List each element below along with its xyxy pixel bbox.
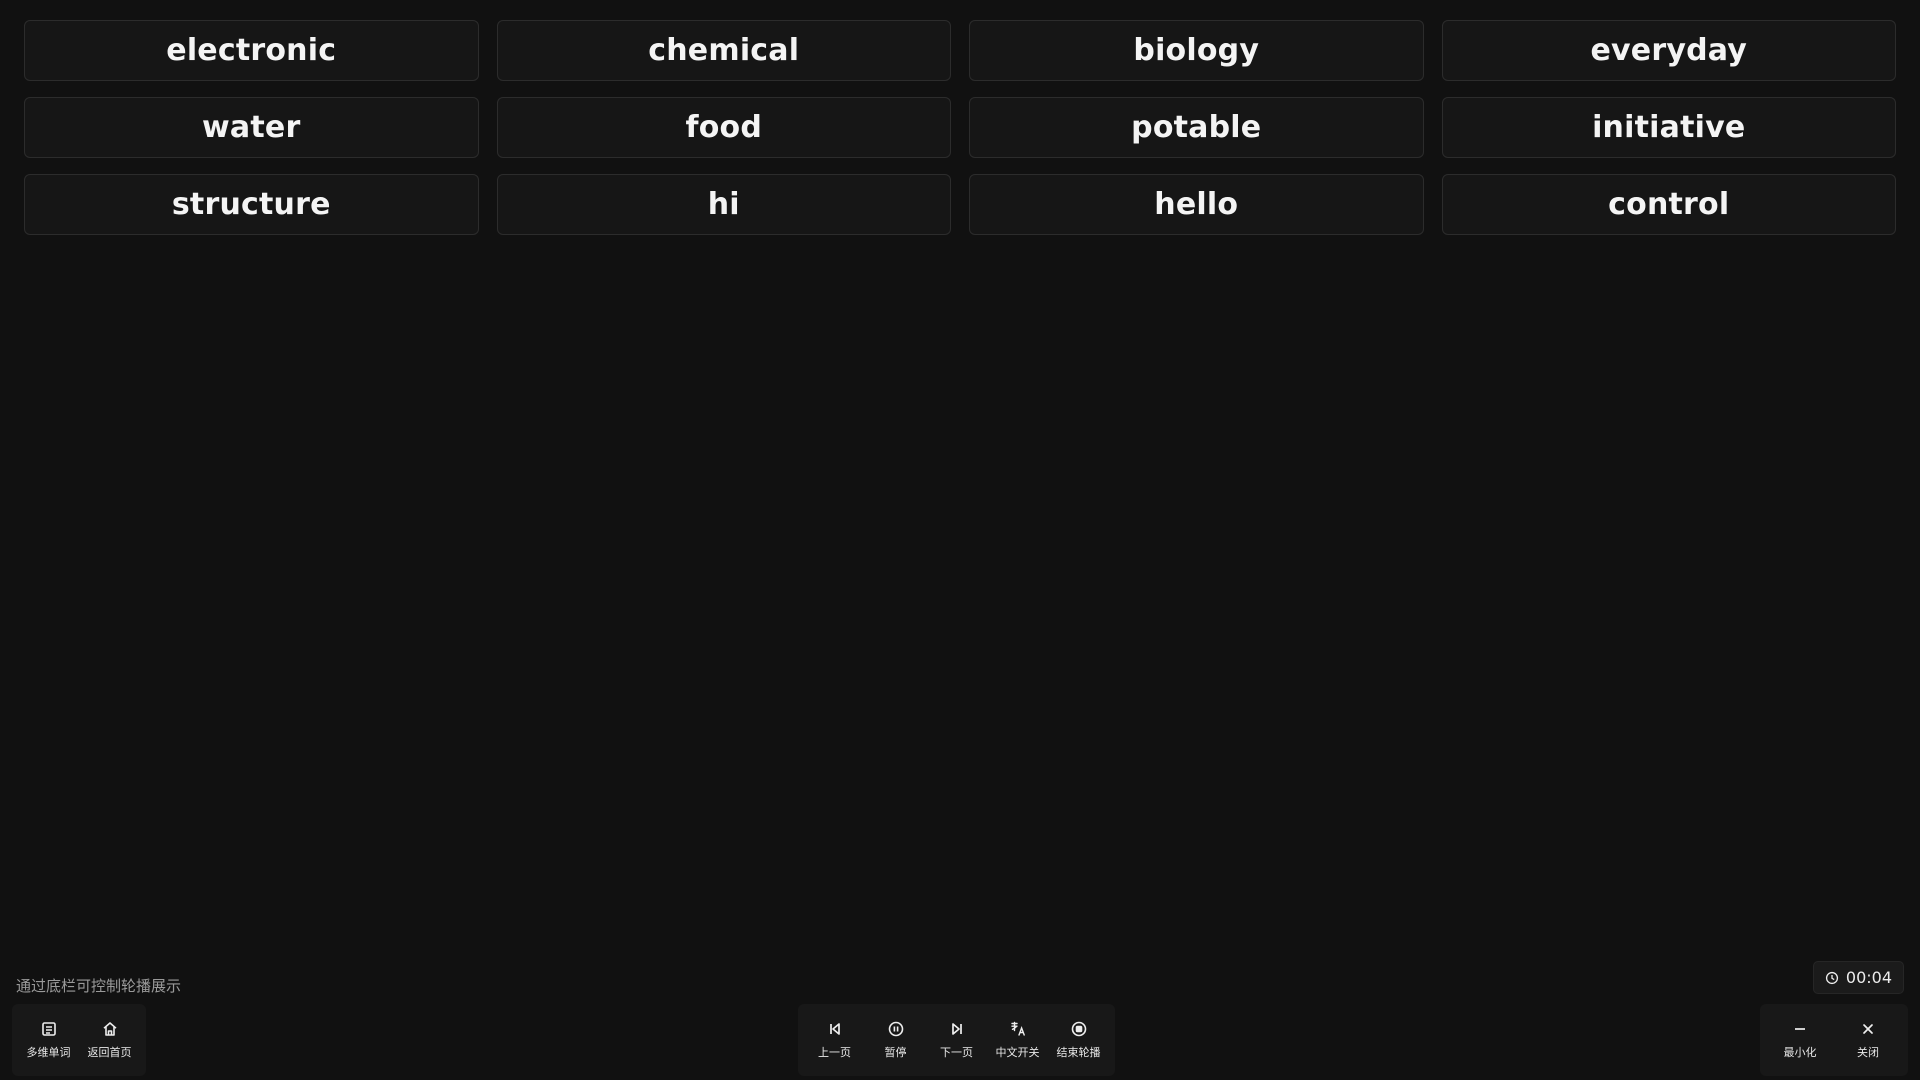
carousel-hint: 通过底栏可控制轮播展示 [16,977,182,995]
word-card-chemical[interactable]: chemical [496,20,951,81]
word-grid: electronic chemical biology everyday wat… [24,20,1896,235]
word-card-initiative[interactable]: initiative [1441,97,1896,158]
multidimensional-words-label: 多维单词 [26,1046,71,1059]
end-carousel-label: 结束轮播 [1056,1046,1101,1059]
return-home-button[interactable]: 返回首页 [79,1010,140,1070]
close-label: 关闭 [1857,1046,1879,1059]
pause-icon [887,1020,905,1038]
word-text: biology [1133,33,1260,68]
translate-icon [1009,1020,1027,1038]
pause-button[interactable]: 暂停 [865,1010,926,1070]
next-page-label: 下一页 [940,1046,973,1059]
word-list-icon [40,1020,58,1038]
carousel-toolbar: 上一页 暂停 下一页 中文开关 结束轮播 [798,1004,1115,1076]
word-text: structure [171,187,331,222]
pause-label: 暂停 [884,1046,907,1059]
end-carousel-button[interactable]: 结束轮播 [1048,1010,1109,1070]
word-card-water[interactable]: water [24,97,479,158]
previous-page-label: 上一页 [818,1046,851,1059]
window-toolbar: 最小化 关闭 [1760,1004,1908,1076]
minimize-button[interactable]: 最小化 [1766,1010,1834,1070]
home-icon [101,1020,119,1038]
word-card-hi[interactable]: hi [496,174,951,235]
left-toolbar: 多维单词 返回首页 [12,1004,146,1076]
word-card-biology[interactable]: biology [969,20,1424,81]
previous-icon [826,1020,844,1038]
previous-page-button[interactable]: 上一页 [804,1010,865,1070]
close-icon [1859,1020,1877,1038]
return-home-label: 返回首页 [87,1046,132,1059]
minimize-label: 最小化 [1783,1046,1817,1059]
word-text: initiative [1592,110,1746,145]
clock-icon [1825,971,1839,985]
word-card-control[interactable]: control [1441,174,1896,235]
timer-badge: 00:04 [1812,961,1904,994]
word-card-structure[interactable]: structure [24,174,479,235]
timer-value: 00:04 [1845,968,1892,987]
word-text: electronic [166,33,337,68]
word-card-food[interactable]: food [496,97,951,158]
close-button[interactable]: 关闭 [1834,1010,1902,1070]
word-card-electronic[interactable]: electronic [24,20,479,81]
word-text: hi [707,187,740,222]
minimize-icon [1791,1020,1809,1038]
multidimensional-words-button[interactable]: 多维单词 [18,1010,79,1070]
word-text: hello [1154,187,1239,222]
next-page-button[interactable]: 下一页 [926,1010,987,1070]
next-icon [948,1020,966,1038]
word-card-everyday[interactable]: everyday [1441,20,1896,81]
chinese-toggle-label: 中文开关 [995,1046,1040,1059]
stop-icon [1070,1020,1088,1038]
word-card-potable[interactable]: potable [969,97,1424,158]
word-text: potable [1131,110,1262,145]
word-card-hello[interactable]: hello [969,174,1424,235]
word-text: food [685,110,763,145]
word-text: water [202,110,301,145]
word-text: everyday [1590,33,1748,68]
word-text: chemical [648,33,800,68]
word-text: control [1608,187,1730,222]
chinese-toggle-button[interactable]: 中文开关 [987,1010,1048,1070]
